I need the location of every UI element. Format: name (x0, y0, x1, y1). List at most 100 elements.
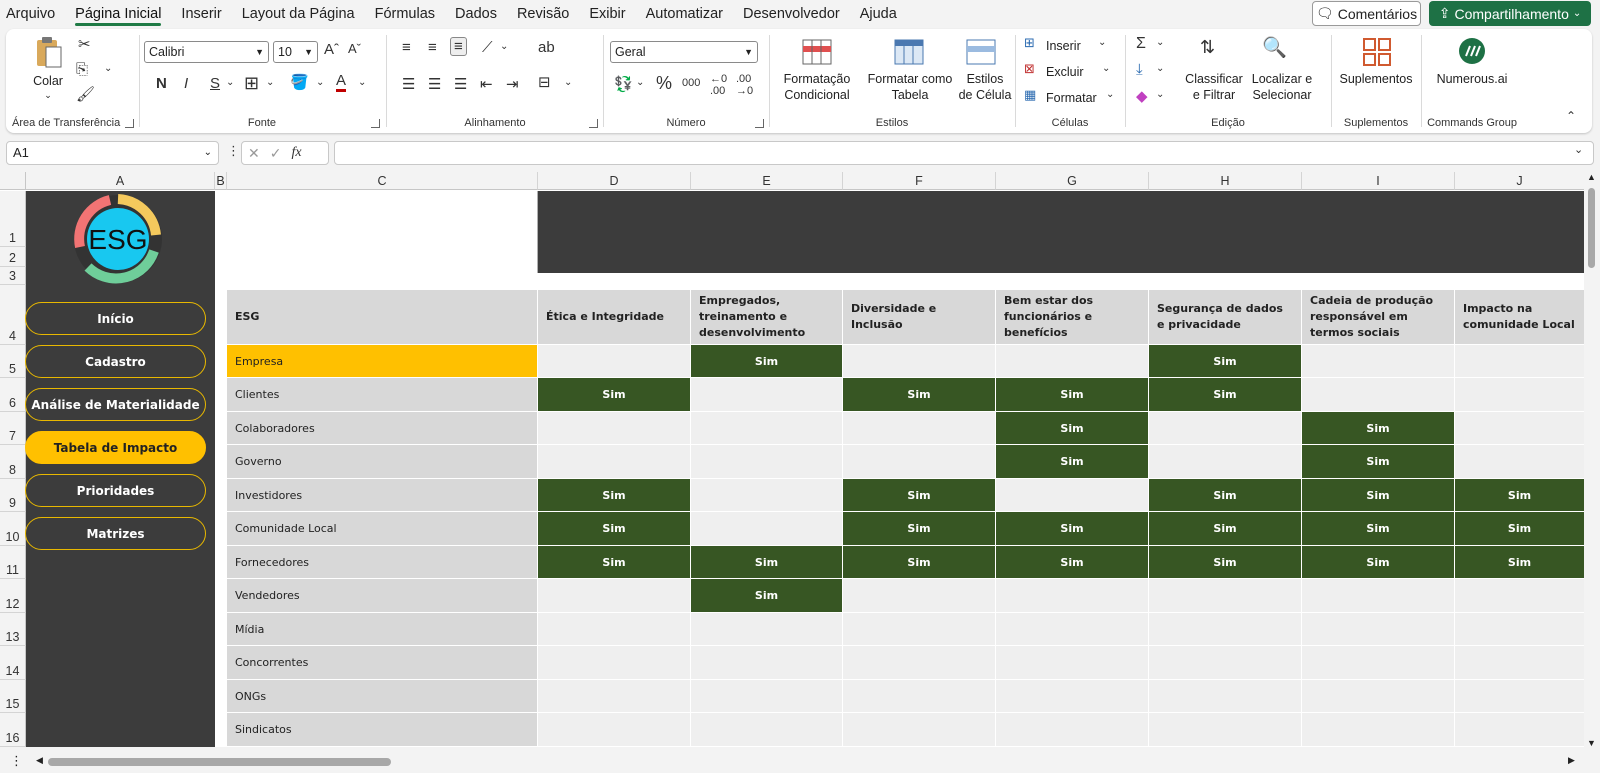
nav-inicio[interactable]: Início (25, 302, 206, 335)
menu-desenvolvedor[interactable]: Desenvolvedor (733, 0, 850, 28)
row-header[interactable]: 10 (0, 512, 26, 546)
impact-cell[interactable] (843, 613, 996, 646)
menu-automatizar[interactable]: Automatizar (636, 0, 733, 28)
scroll-right-icon[interactable]: ▶ (1568, 755, 1575, 766)
increase-indent-icon[interactable]: ⇥ (506, 75, 519, 93)
bold-button[interactable]: N (156, 75, 167, 92)
impact-cell[interactable] (691, 412, 843, 445)
impact-cell[interactable] (1455, 345, 1585, 378)
impact-cell[interactable] (1302, 713, 1455, 747)
impact-cell[interactable]: Sim (843, 546, 996, 579)
impact-cell[interactable]: Sim (538, 378, 691, 412)
delete-dropdown-icon[interactable]: ⌄ (1102, 63, 1110, 74)
row-header[interactable]: 4 (0, 285, 26, 345)
stakeholder-label[interactable]: Fornecedores (227, 546, 538, 579)
number-launcher-icon[interactable] (755, 119, 764, 128)
table-column-header[interactable]: Segurança de dados e privacidade (1149, 290, 1302, 345)
thousands-button[interactable]: 000 (682, 77, 700, 89)
menu-ajuda[interactable]: Ajuda (850, 0, 907, 28)
impact-cell[interactable]: Sim (1149, 378, 1302, 412)
clear-icon[interactable]: ◆ (1136, 87, 1148, 105)
impact-cell[interactable] (843, 579, 996, 613)
italic-button[interactable]: I (184, 75, 188, 92)
sort-filter-icon[interactable]: ⇅ (1200, 37, 1215, 58)
impact-cell[interactable] (538, 445, 691, 479)
numerous-button[interactable]: Numerous.ai (1424, 71, 1520, 87)
stakeholder-label[interactable]: ONGs (227, 680, 538, 713)
impact-cell[interactable] (538, 345, 691, 378)
alignment-launcher-icon[interactable] (589, 119, 598, 128)
impact-cell[interactable]: Sim (1302, 512, 1455, 546)
horizontal-scroll-thumb[interactable] (48, 758, 391, 766)
menu-pagina-inicial[interactable]: Página Inicial (65, 0, 171, 28)
percent-button[interactable]: % (656, 73, 672, 94)
stakeholder-label[interactable]: Comunidade Local (227, 512, 538, 546)
impact-cell[interactable] (996, 713, 1149, 747)
formula-input[interactable] (334, 141, 1594, 165)
share-button[interactable]: ⇪ Compartilhamento ⌄ (1429, 1, 1591, 26)
paste-icon[interactable] (34, 35, 64, 69)
nav-cadastro[interactable]: Cadastro (25, 345, 206, 378)
impact-cell[interactable] (1455, 713, 1585, 747)
impact-cell[interactable]: Sim (996, 445, 1149, 479)
impact-cell[interactable] (538, 613, 691, 646)
stakeholder-label[interactable]: Empresa (227, 345, 538, 378)
impact-cell[interactable]: Sim (1455, 546, 1585, 579)
impact-cell[interactable] (1302, 378, 1455, 412)
copy-dropdown-icon[interactable]: ⌄ (104, 63, 112, 74)
row-header[interactable]: 7 (0, 412, 26, 445)
impact-cell[interactable] (1455, 445, 1585, 479)
cut-icon[interactable]: ✂ (78, 35, 91, 53)
impact-cell[interactable] (691, 512, 843, 546)
function-icon[interactable]: fx (291, 145, 301, 161)
menu-arquivo[interactable]: Arquivo (4, 0, 65, 28)
row-header[interactable]: 13 (0, 613, 26, 646)
impact-cell[interactable] (1455, 646, 1585, 680)
clear-dropdown-icon[interactable]: ⌄ (1156, 89, 1164, 100)
row-header[interactable]: 8 (0, 445, 26, 479)
impact-cell[interactable] (538, 579, 691, 613)
scroll-down-icon[interactable]: ▼ (1587, 738, 1596, 748)
fill-color-icon[interactable]: 🪣 (290, 73, 309, 91)
impact-cell[interactable]: Sim (843, 378, 996, 412)
impact-cell[interactable] (691, 378, 843, 412)
table-column-header[interactable]: Cadeia de produção responsável em termos… (1302, 290, 1455, 345)
impact-cell[interactable]: Sim (996, 378, 1149, 412)
horizontal-scrollbar[interactable]: ⋮ ◀ ▶ (0, 750, 1600, 773)
table-column-header[interactable]: Ética e Integridade (538, 290, 691, 345)
addins-icon[interactable] (1362, 37, 1392, 67)
impact-cell[interactable] (996, 613, 1149, 646)
table-corner-header[interactable]: ESG (227, 290, 538, 345)
comments-button[interactable]: 🗨 Comentários (1312, 1, 1421, 26)
impact-cell[interactable]: Sim (691, 579, 843, 613)
wrap-text-icon[interactable]: ab (538, 39, 555, 56)
paste-dropdown-icon[interactable]: ⌄ (42, 87, 54, 103)
cell-styles-button[interactable]: Estilos de Célula (958, 71, 1012, 103)
merge-dropdown-icon[interactable]: ⌄ (564, 77, 572, 88)
impact-cell[interactable] (1302, 613, 1455, 646)
impact-cell[interactable] (1149, 713, 1302, 747)
impact-cell[interactable] (1149, 680, 1302, 713)
impact-cell[interactable] (843, 412, 996, 445)
sort-filter-button[interactable]: Classificar e Filtrar (1184, 71, 1244, 103)
column-header-a[interactable]: A (26, 172, 215, 190)
column-header-d[interactable]: D (538, 172, 691, 190)
align-top-icon[interactable]: ≡ (402, 39, 411, 56)
scroll-up-icon[interactable]: ▲ (1587, 172, 1596, 182)
delete-cells-button[interactable]: Excluir (1046, 64, 1084, 80)
menu-inserir[interactable]: Inserir (171, 0, 231, 28)
font-launcher-icon[interactable] (371, 119, 380, 128)
stakeholder-label[interactable]: Governo (227, 445, 538, 479)
impact-cell[interactable] (1455, 579, 1585, 613)
row-header[interactable]: 5 (0, 345, 26, 378)
align-left-icon[interactable]: ☰ (402, 75, 415, 93)
merge-center-icon[interactable]: ⊟ (538, 73, 551, 91)
increase-decimal-icon[interactable]: ←0.00 (710, 73, 727, 97)
nav-prioridades[interactable]: Prioridades (25, 474, 206, 507)
impact-cell[interactable]: Sim (1302, 445, 1455, 479)
impact-cell[interactable] (1149, 579, 1302, 613)
font-color-dropdown-icon[interactable]: ⌄ (358, 77, 366, 88)
name-box[interactable]: A1 ⌄ (6, 141, 219, 165)
underline-button[interactable]: S (210, 75, 220, 92)
impact-cell[interactable] (538, 646, 691, 680)
